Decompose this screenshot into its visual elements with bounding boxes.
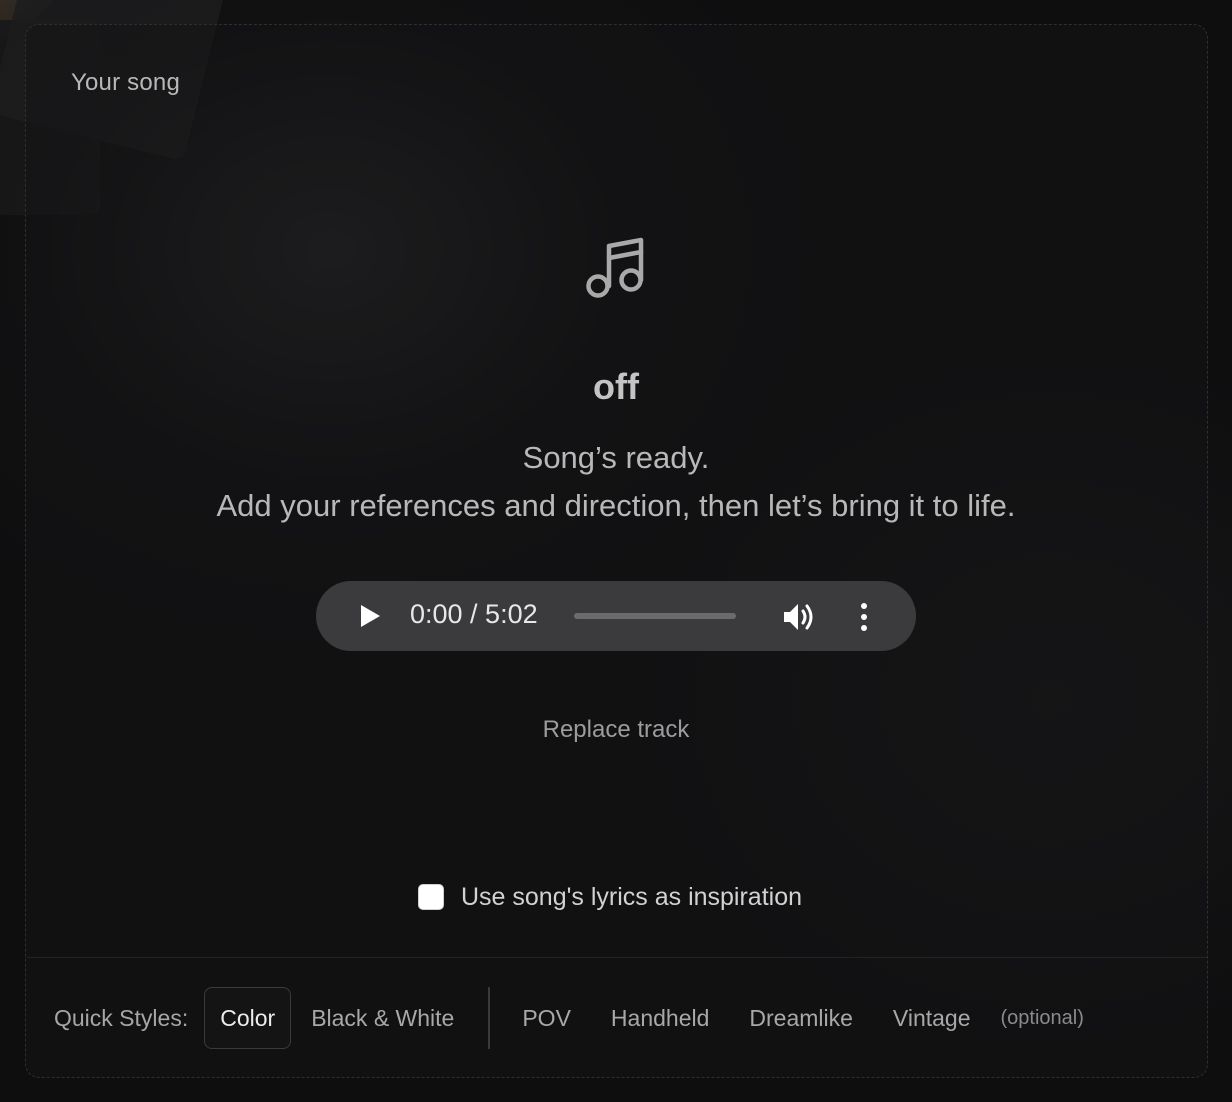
- panel-label: Your song: [71, 69, 181, 96]
- quick-styles-label: Quick Styles:: [54, 1004, 189, 1031]
- music-note-icon: [586, 237, 644, 298]
- lyrics-checkbox-label[interactable]: Use song's lyrics as inspiration: [461, 883, 802, 912]
- replace-track-button[interactable]: Replace track: [0, 716, 1232, 744]
- app-stage: Your song off Song’s ready. Add your ref…: [0, 0, 1232, 1102]
- song-title: off: [593, 366, 639, 407]
- play-icon[interactable]: [358, 604, 382, 628]
- status-line: Song’s ready.: [522, 440, 710, 475]
- style-color-button[interactable]: Color: [204, 987, 292, 1049]
- style-pov-button[interactable]: POV: [506, 987, 587, 1049]
- quick-styles-bar: Quick Styles: Color Black & White POV Ha…: [54, 987, 1084, 1049]
- progress-slider[interactable]: [574, 613, 736, 619]
- divider: [27, 957, 1207, 958]
- style-black-white-button[interactable]: Black & White: [295, 987, 470, 1049]
- lyrics-option: Use song's lyrics as inspiration: [418, 882, 802, 912]
- optional-note: (optional): [1000, 1006, 1084, 1029]
- instruction-line: Add your references and direction, then …: [216, 488, 1016, 523]
- volume-icon[interactable]: [782, 601, 816, 633]
- style-dreamlike-button[interactable]: Dreamlike: [733, 987, 869, 1049]
- time-display: 0:00 / 5:02: [410, 599, 538, 629]
- more-vertical-icon[interactable]: [854, 601, 874, 633]
- style-group-divider: [488, 987, 491, 1049]
- style-handheld-button[interactable]: Handheld: [595, 987, 725, 1049]
- song-panel: Your song: [25, 24, 1208, 1078]
- lyrics-checkbox[interactable]: [418, 884, 444, 910]
- audio-player: 0:00 / 5:02: [316, 581, 916, 651]
- style-vintage-button[interactable]: Vintage: [877, 987, 987, 1049]
